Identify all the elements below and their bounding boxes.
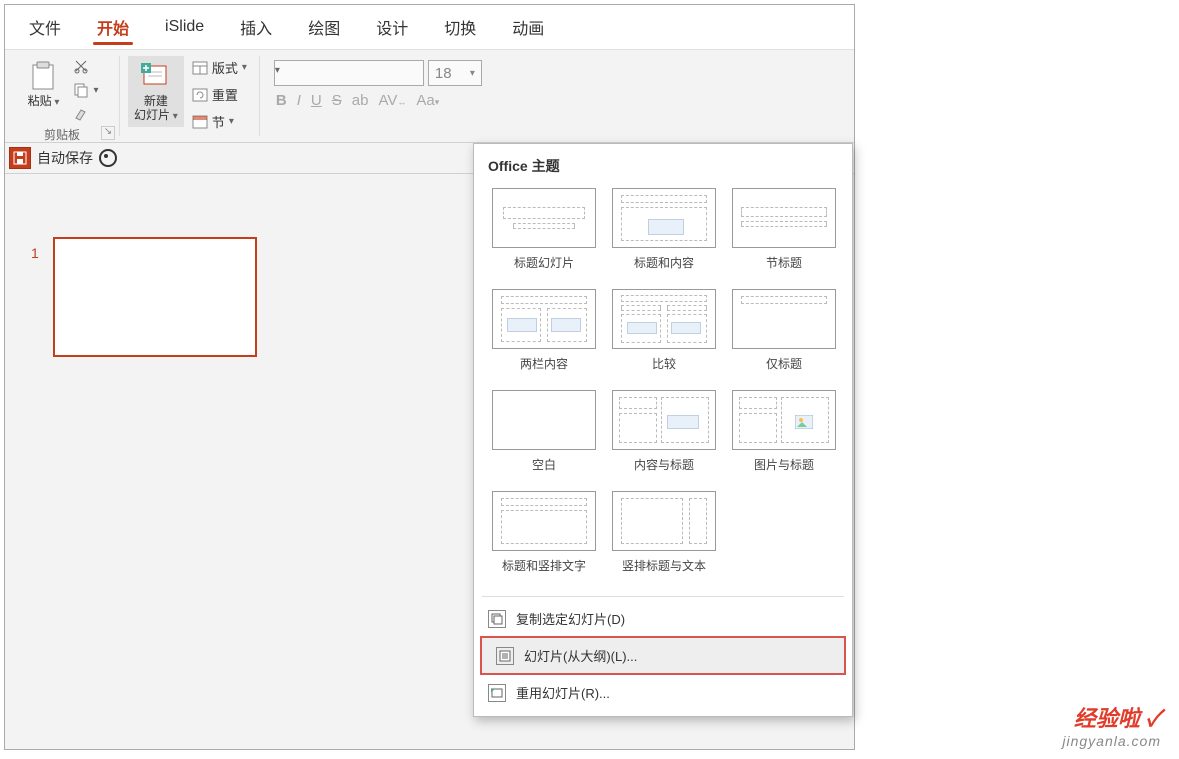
layout-two-content[interactable]: 两栏内容 bbox=[492, 289, 596, 372]
autosave-toggle[interactable] bbox=[99, 149, 117, 167]
layout-dropdown-panel: Office 主题 标题幻灯片 标题和内容 bbox=[473, 143, 853, 717]
layout-icon bbox=[192, 61, 208, 75]
layout-grid: 标题幻灯片 标题和内容 节标题 bbox=[474, 184, 852, 592]
watermark-text: 经验啦 bbox=[1074, 706, 1140, 731]
tab-transition[interactable]: 切换 bbox=[426, 5, 494, 49]
italic-button[interactable]: I bbox=[297, 92, 301, 109]
tab-insert[interactable]: 插入 bbox=[222, 5, 290, 49]
slide-number: 1 bbox=[31, 245, 39, 261]
font-name-combo[interactable] bbox=[274, 60, 424, 86]
layout-label: 节标题 bbox=[766, 254, 802, 271]
reset-label: 重置 bbox=[212, 85, 238, 104]
layout-content-caption[interactable]: 内容与标题 bbox=[612, 390, 716, 473]
font-size-combo[interactable]: 18 ▾ bbox=[428, 60, 482, 86]
paste-button[interactable]: 粘贴 bbox=[21, 56, 65, 113]
tab-animation[interactable]: 动画 bbox=[494, 5, 562, 49]
layout-label: 内容与标题 bbox=[634, 456, 694, 473]
ribbon: 粘贴 剪贴板 ↘ bbox=[5, 50, 854, 143]
layout-label: 版式 bbox=[212, 58, 238, 77]
group-slides: 新建 幻灯片 版式 重置 节 bbox=[120, 50, 259, 142]
layout-title-only[interactable]: 仅标题 bbox=[732, 289, 836, 372]
section-button[interactable]: 节 bbox=[188, 110, 251, 133]
group-font: 18 ▾ B I U S ab AV↔ Aa▾ bbox=[260, 50, 496, 142]
picture-icon bbox=[795, 415, 813, 429]
slide-thumbnail[interactable] bbox=[53, 237, 257, 357]
layout-label: 图片与标题 bbox=[754, 456, 814, 473]
section-icon bbox=[192, 115, 208, 129]
cut-button[interactable] bbox=[69, 56, 102, 76]
shadow-button[interactable]: ab bbox=[352, 92, 369, 109]
layout-title-slide[interactable]: 标题幻灯片 bbox=[492, 188, 596, 271]
layout-comparison[interactable]: 比较 bbox=[612, 289, 716, 372]
layout-label: 竖排标题与文本 bbox=[622, 557, 706, 574]
autosave-label: 自动保存 bbox=[37, 148, 93, 168]
layout-label: 标题和竖排文字 bbox=[502, 557, 586, 574]
copy-icon bbox=[73, 82, 89, 98]
layout-label: 两栏内容 bbox=[520, 355, 568, 372]
reset-icon bbox=[192, 88, 208, 102]
menu-label: 幻灯片(从大纲)(L)... bbox=[524, 646, 637, 665]
duplicate-icon bbox=[488, 610, 506, 628]
menu-duplicate-slide[interactable]: 复制选定幻灯片(D) bbox=[474, 601, 852, 636]
watermark-url: jingyanla.com bbox=[1062, 733, 1161, 749]
tab-design[interactable]: 设计 bbox=[358, 5, 426, 49]
new-slide-icon bbox=[140, 60, 172, 92]
strike-button[interactable]: S bbox=[332, 92, 342, 109]
copy-button[interactable] bbox=[69, 80, 102, 100]
menu-reuse-slides[interactable]: 重用幻灯片(R)... bbox=[474, 675, 852, 710]
layout-blank[interactable]: 空白 bbox=[492, 390, 596, 473]
char-spacing-button[interactable]: AV↔ bbox=[378, 92, 406, 109]
paste-label: 粘贴 bbox=[28, 94, 60, 109]
watermark: 经验啦 ✓ jingyanla.com bbox=[1062, 701, 1161, 749]
menu-label: 复制选定幻灯片(D) bbox=[516, 609, 625, 628]
av-label: AV bbox=[378, 92, 397, 109]
reuse-icon bbox=[488, 684, 506, 702]
new-slide-button[interactable]: 新建 幻灯片 bbox=[128, 56, 184, 127]
group-clipboard: 粘贴 剪贴板 ↘ bbox=[5, 50, 119, 142]
clipboard-dialog-launcher[interactable]: ↘ bbox=[101, 126, 115, 140]
bold-button[interactable]: B bbox=[276, 92, 287, 109]
aa-label: Aa bbox=[416, 92, 434, 109]
menu-label: 重用幻灯片(R)... bbox=[516, 683, 610, 702]
tab-islide[interactable]: iSlide bbox=[147, 5, 222, 49]
underline-button[interactable]: U bbox=[311, 92, 322, 109]
outline-icon bbox=[496, 647, 514, 665]
format-painter-button[interactable] bbox=[69, 104, 102, 124]
layout-picture-caption[interactable]: 图片与标题 bbox=[732, 390, 836, 473]
layout-label: 仅标题 bbox=[766, 355, 802, 372]
check-icon: ✓ bbox=[1146, 706, 1161, 731]
layout-button[interactable]: 版式 bbox=[188, 56, 251, 79]
new-slide-label: 新建 幻灯片 bbox=[134, 94, 178, 123]
tab-draw[interactable]: 绘图 bbox=[290, 5, 358, 49]
save-icon[interactable] bbox=[9, 147, 31, 169]
menu-slides-from-outline[interactable]: 幻灯片(从大纲)(L)... bbox=[480, 636, 846, 675]
change-case-button[interactable]: Aa▾ bbox=[416, 92, 439, 109]
chevron-down-icon: ▾ bbox=[470, 68, 475, 79]
clipboard-icon bbox=[27, 60, 59, 92]
brush-icon bbox=[73, 106, 89, 122]
layout-label: 空白 bbox=[532, 456, 556, 473]
clipboard-group-label: 剪贴板 bbox=[44, 124, 80, 143]
layout-vertical-title-text[interactable]: 竖排标题与文本 bbox=[612, 491, 716, 574]
layout-vertical-text[interactable]: 标题和竖排文字 bbox=[492, 491, 596, 574]
layout-label: 标题和内容 bbox=[634, 254, 694, 271]
dropdown-title: Office 主题 bbox=[474, 144, 852, 184]
ribbon-tabs: 文件 开始 iSlide 插入 绘图 设计 切换 动画 bbox=[5, 5, 854, 50]
section-label: 节 bbox=[212, 112, 225, 131]
scissors-icon bbox=[73, 58, 89, 74]
layout-label: 标题幻灯片 bbox=[514, 254, 574, 271]
tab-home[interactable]: 开始 bbox=[79, 5, 147, 49]
tab-file[interactable]: 文件 bbox=[11, 5, 79, 49]
font-size-value: 18 bbox=[435, 65, 452, 82]
reset-button[interactable]: 重置 bbox=[188, 83, 251, 106]
layout-section-header[interactable]: 节标题 bbox=[732, 188, 836, 271]
layout-title-content[interactable]: 标题和内容 bbox=[612, 188, 716, 271]
layout-label: 比较 bbox=[652, 355, 676, 372]
